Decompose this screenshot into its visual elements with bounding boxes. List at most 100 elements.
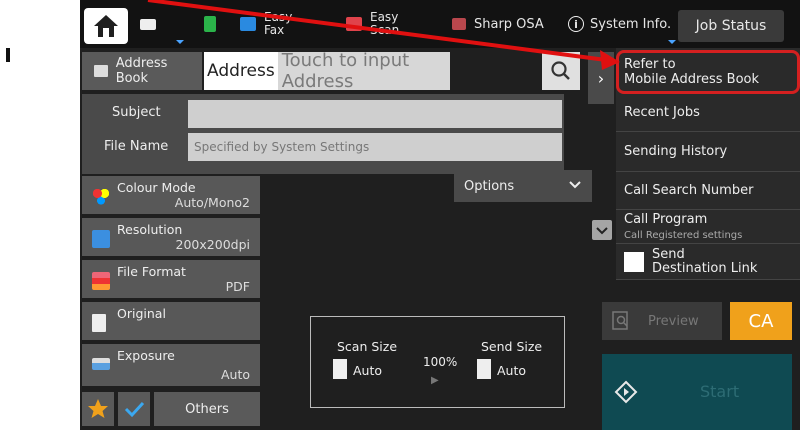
address-placeholder: Touch to input Address	[281, 50, 410, 92]
preview-button[interactable]: Preview	[602, 302, 722, 340]
home-button[interactable]	[84, 8, 128, 44]
options-label: Options	[464, 178, 515, 194]
document-icon	[204, 16, 216, 32]
arrow-right-icon: ▶	[431, 375, 439, 386]
call-search-label: Call Search Number	[624, 183, 754, 198]
clear-all-button[interactable]: CA	[730, 302, 792, 340]
call-program-label: Call Program	[624, 212, 708, 227]
side-menu: Refer to Mobile Address Book Recent Jobs…	[616, 48, 800, 280]
options-dropdown[interactable]: Options	[454, 170, 592, 202]
check-settings-button[interactable]	[118, 392, 150, 426]
subject-file-panel: Subject File Name Specified by System Se…	[82, 94, 564, 174]
chevron-down-icon	[569, 181, 581, 189]
home-icon	[94, 15, 118, 37]
menu-call-search-number[interactable]: Call Search Number	[616, 172, 800, 210]
resolution-name: Resolution	[117, 222, 183, 237]
send-size-value: Auto	[497, 363, 527, 378]
address-input[interactable]: Address Touch to input Address	[204, 50, 450, 92]
refer-line2: Mobile Address Book	[624, 72, 760, 87]
file-name-value: Specified by System Settings	[194, 140, 370, 154]
colour-mode-icon	[92, 188, 110, 206]
easy-scan-line2: Scan	[370, 23, 400, 37]
margin-mark	[6, 48, 10, 62]
resolution-icon	[92, 230, 110, 248]
file-name-label: File Name	[104, 139, 169, 154]
chevron-down-icon	[596, 227, 608, 235]
send-line1: Send	[652, 246, 685, 262]
tab-sharp-osa[interactable]: Sharp OSA	[452, 0, 544, 48]
favorite-button[interactable]	[82, 392, 114, 426]
call-program-sub: Call Registered settings	[624, 230, 743, 241]
star-icon	[88, 399, 108, 418]
expand-menu-button[interactable]: ›	[588, 52, 614, 104]
colour-mode-button[interactable]: Colour Mode Auto/Mono2	[82, 176, 260, 214]
others-button[interactable]: Others	[154, 392, 260, 426]
scan-size-label: Scan Size	[337, 339, 398, 354]
address-book-icon	[94, 65, 108, 77]
job-status-button[interactable]: Job Status	[678, 10, 784, 42]
search-icon	[551, 61, 570, 80]
file-name-input[interactable]: Specified by System Settings	[188, 133, 562, 161]
start-button[interactable]: Start	[602, 354, 792, 430]
menu-send-destination-link[interactable]: Send Destination Link	[616, 244, 800, 280]
menu-refer-mobile-address-book[interactable]: Refer to Mobile Address Book	[616, 50, 800, 94]
system-info-label: System Info.	[590, 16, 672, 32]
size-panel[interactable]: Scan Size Auto 100% ▶ Send Size Auto	[310, 316, 565, 408]
device-screen: Easy Fax Easy Scan Sharp OSA i System In…	[80, 0, 800, 430]
start-label: Start	[700, 382, 740, 401]
file-format-value: PDF	[225, 279, 250, 294]
sending-history-label: Sending History	[624, 144, 728, 159]
refer-line1: Refer to	[624, 57, 676, 72]
exposure-value: Auto	[220, 367, 250, 382]
mail-icon	[140, 18, 156, 30]
menu-recent-jobs[interactable]: Recent Jobs	[616, 94, 800, 132]
file-format-name: File Format	[117, 264, 186, 279]
exposure-button[interactable]: Exposure Auto	[82, 344, 260, 386]
osa-icon	[452, 18, 466, 30]
file-format-button[interactable]: File Format PDF	[82, 260, 260, 298]
address-book-button[interactable]: Address Book	[82, 52, 202, 90]
sharp-osa-label: Sharp OSA	[474, 16, 544, 32]
chevron-right-icon: ›	[597, 68, 605, 88]
top-bar: Easy Fax Easy Scan Sharp OSA i System In…	[80, 0, 800, 48]
recent-jobs-label: Recent Jobs	[624, 105, 700, 120]
system-info-button[interactable]: i System Info.	[568, 0, 671, 48]
page-icon	[477, 359, 491, 379]
subject-label: Subject	[112, 105, 161, 120]
scan-size-value: Auto	[353, 363, 383, 378]
resolution-value: 200x200dpi	[175, 237, 250, 252]
system-info-indicator	[668, 40, 676, 44]
fax-icon	[240, 17, 256, 31]
file-format-icon	[92, 272, 110, 290]
original-name: Original	[117, 306, 166, 321]
exposure-icon	[92, 358, 110, 370]
scan-icon	[346, 17, 362, 31]
original-icon	[92, 314, 106, 332]
send-size-label: Send Size	[481, 339, 543, 354]
resolution-button[interactable]: Resolution 200x200dpi	[82, 218, 260, 256]
send-line2: Destination Link	[652, 260, 758, 276]
check-icon	[124, 401, 145, 418]
original-button[interactable]: Original	[82, 302, 260, 340]
exposure-name: Exposure	[117, 348, 175, 363]
send-link-checkbox[interactable]	[624, 251, 644, 272]
subject-input[interactable]	[188, 100, 562, 128]
tab-scan-pc[interactable]	[204, 0, 224, 48]
easy-fax-line2: Fax	[264, 23, 285, 37]
tab-easy-fax[interactable]: Easy Fax	[240, 0, 292, 48]
colour-mode-name: Colour Mode	[117, 180, 196, 195]
tab-easy-scan[interactable]: Easy Scan	[346, 0, 399, 48]
info-icon: i	[568, 16, 584, 32]
start-icon	[614, 380, 638, 404]
tab-email[interactable]	[140, 0, 164, 48]
page-icon	[333, 359, 347, 379]
address-label: Address	[204, 52, 278, 90]
menu-sending-history[interactable]: Sending History	[616, 132, 800, 172]
active-indicator	[176, 40, 184, 44]
menu-call-program[interactable]: Call Program Call Registered settings	[616, 210, 800, 244]
address-book-label: Address Book	[115, 56, 168, 86]
colour-mode-value: Auto/Mono2	[174, 195, 250, 210]
preview-icon	[612, 311, 628, 330]
search-button[interactable]	[542, 52, 580, 90]
scroll-down-button[interactable]	[592, 220, 612, 240]
